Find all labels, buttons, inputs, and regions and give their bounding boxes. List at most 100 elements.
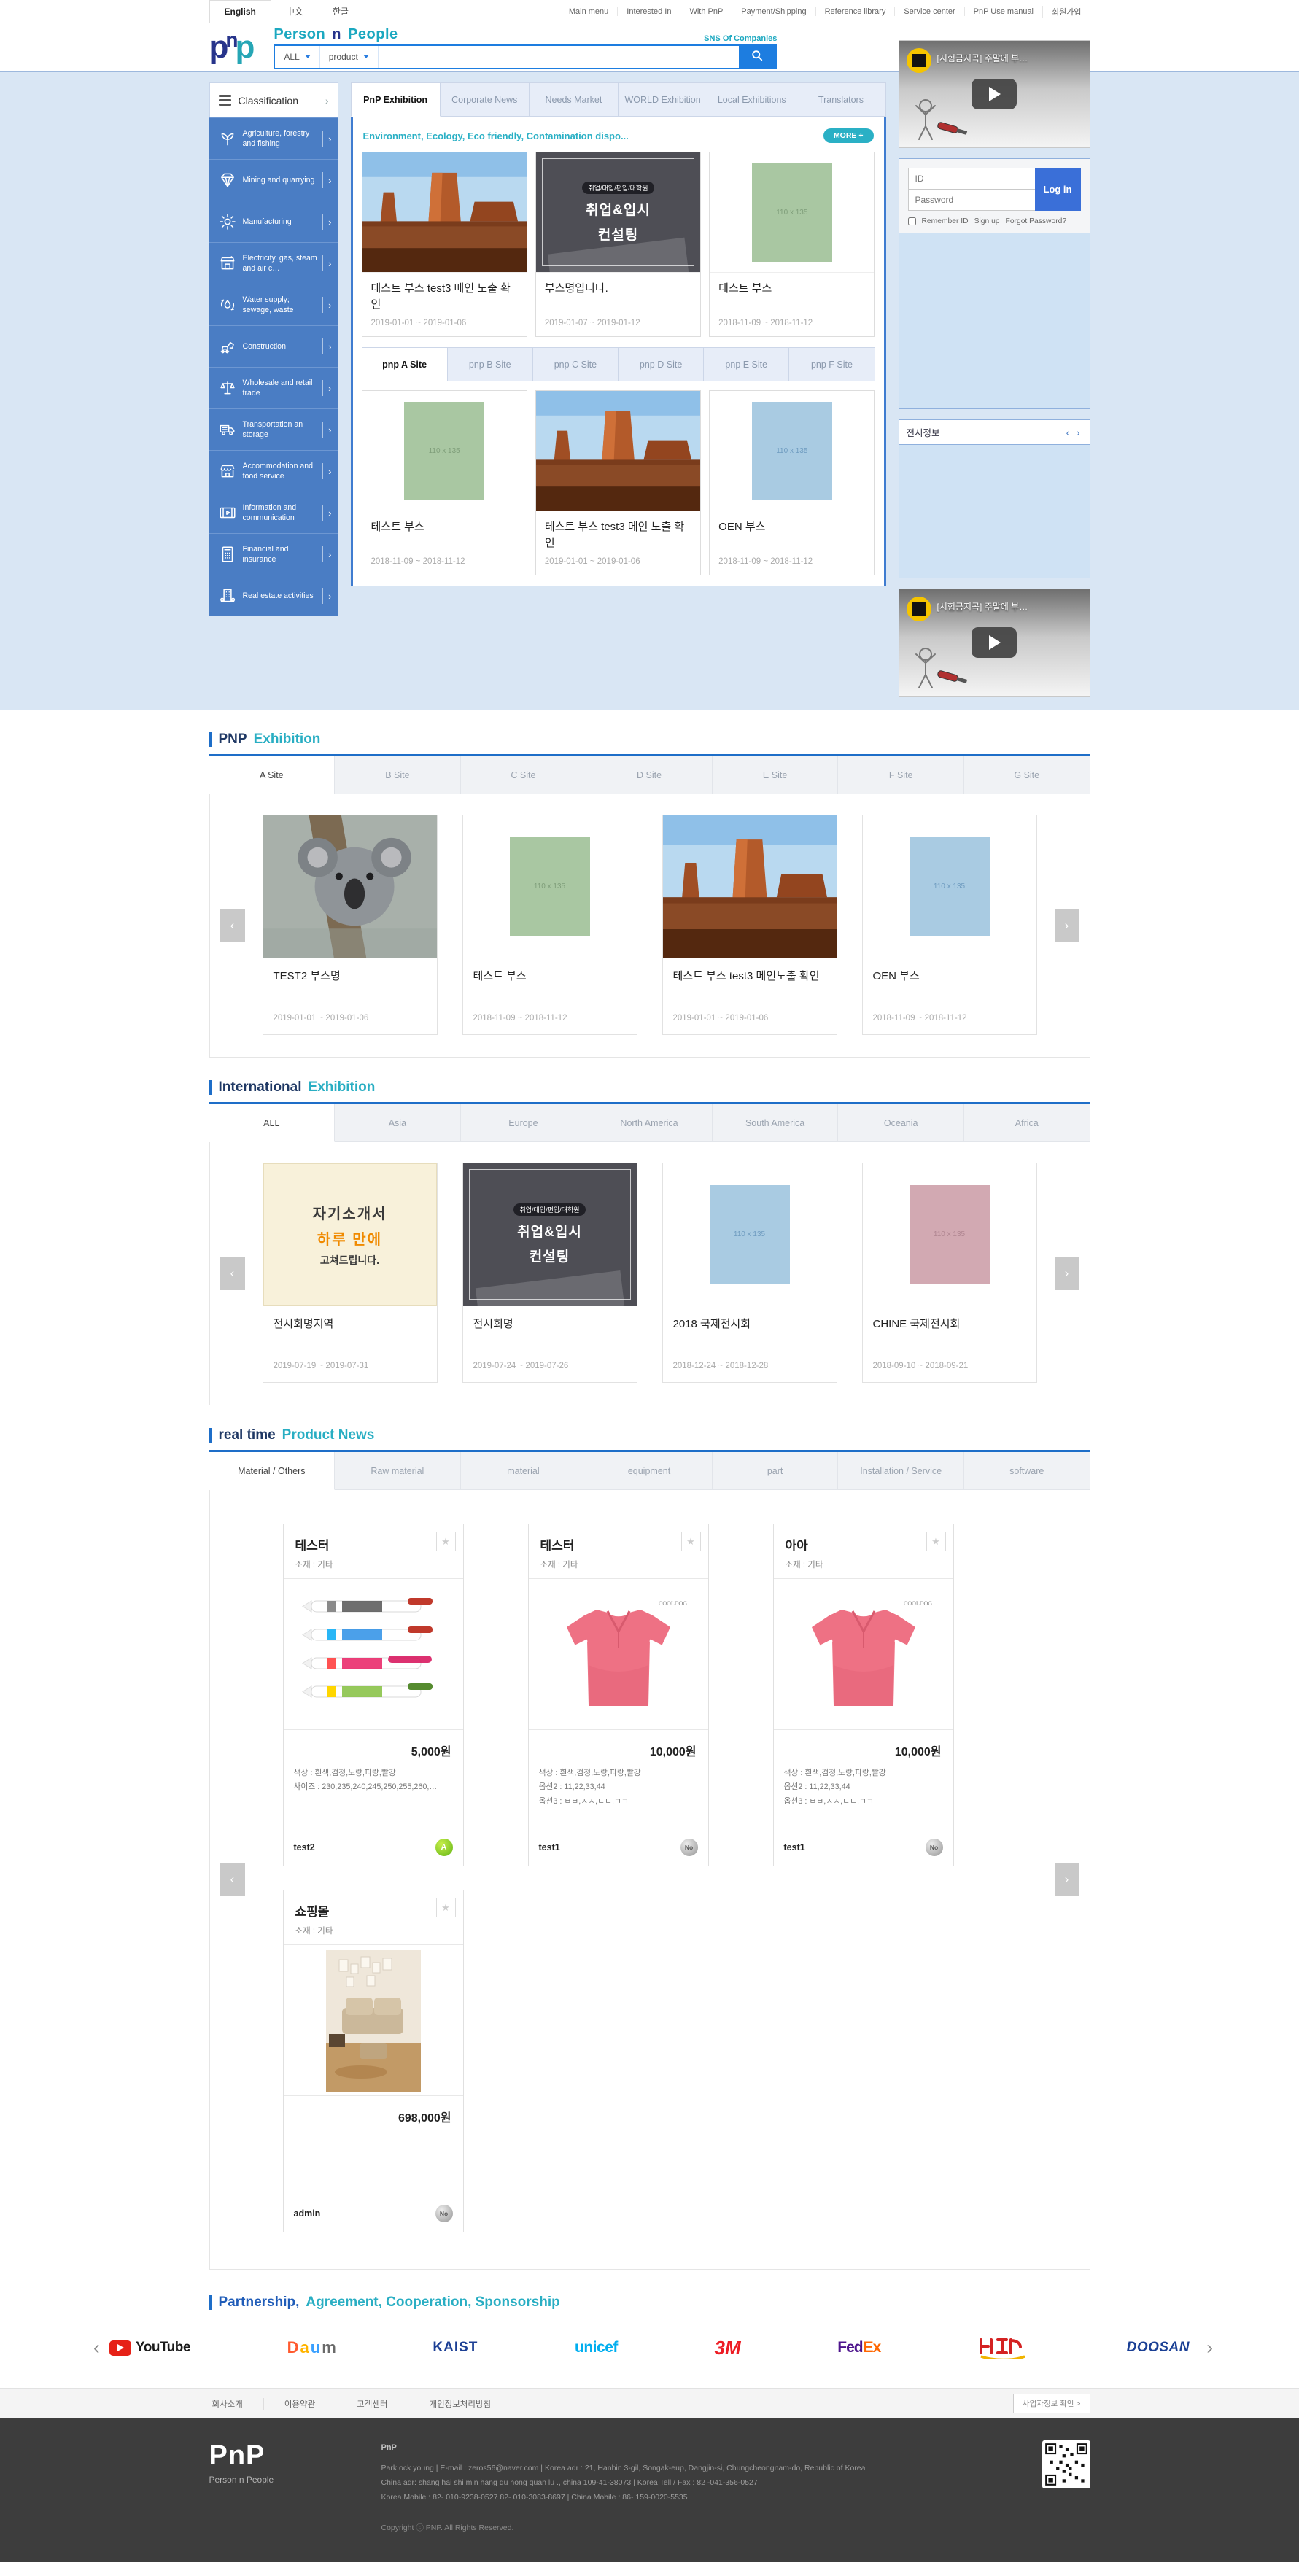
menu-main-menu[interactable]: Main menu <box>560 7 617 16</box>
id-field[interactable] <box>908 168 1036 190</box>
exhibition-card[interactable]: 자기소개서 하루 만에 고쳐드립니다. 전시회명지역 2019-07-19 ~ … <box>263 1163 438 1383</box>
tab-part[interactable]: part <box>713 1452 839 1490</box>
sidebar-item-water[interactable]: Water supply; sewage, waste › <box>209 284 338 325</box>
search-category-select[interactable]: ALL <box>275 46 319 68</box>
tab-translators[interactable]: Translators <box>796 82 885 117</box>
tab-pnp-d-site[interactable]: pnp D Site <box>619 347 704 381</box>
korean-brand-logo[interactable] <box>977 2336 1030 2359</box>
search-input[interactable] <box>379 46 740 68</box>
tab-europe[interactable]: Europe <box>461 1104 587 1142</box>
footer-link-terms[interactable]: 이용약관 <box>263 2398 336 2410</box>
business-info-button[interactable]: 사업자정보 확인 > <box>1013 2394 1090 2413</box>
remember-id-checkbox[interactable] <box>908 217 916 225</box>
exhibition-card[interactable]: 취업/대입/편입/대학원 취업&입시 컨설팅 부스명입니다. 2019-01-0… <box>535 152 701 337</box>
menu-payment-shipping[interactable]: Payment/Shipping <box>732 7 815 16</box>
password-field[interactable] <box>908 189 1036 211</box>
prev-arrow-icon[interactable]: ‹ <box>1064 427 1072 438</box>
login-button[interactable]: Log in <box>1035 168 1081 211</box>
more-button[interactable]: MORE + <box>823 128 874 143</box>
play-button-icon[interactable] <box>972 627 1017 658</box>
tab-pnp-exhibition[interactable]: PnP Exhibition <box>351 82 441 117</box>
tab-c-site[interactable]: C Site <box>461 756 587 794</box>
footer-link-customer-center[interactable]: 고객센터 <box>336 2398 408 2410</box>
sidebar-item-information[interactable]: Information and communication › <box>209 492 338 533</box>
sidebar-item-electricity[interactable]: Electricity, gas, steam and air c… › <box>209 242 338 284</box>
carousel-prev-button[interactable]: ‹ <box>220 1257 245 1290</box>
lang-chinese[interactable]: 中文 <box>271 0 318 23</box>
kaist-logo[interactable]: KAIST <box>433 2340 478 2356</box>
forgot-password-link[interactable]: Forgot Password? <box>1006 217 1067 225</box>
video-banner-top[interactable]: [시험금지곡] 주말에 부… <box>899 40 1090 148</box>
product-seller[interactable]: test2 <box>294 1842 315 1853</box>
footer-link-company[interactable]: 회사소개 <box>209 2398 263 2410</box>
menu-service-center[interactable]: Service center <box>894 7 963 16</box>
tab-raw-material[interactable]: Raw material <box>335 1452 461 1490</box>
menu-use-manual[interactable]: PnP Use manual <box>964 7 1042 16</box>
sns-of-companies-label[interactable]: SNS Of Companies <box>704 34 777 43</box>
tab-pnp-c-site[interactable]: pnp C Site <box>533 347 619 381</box>
tab-oceania[interactable]: Oceania <box>838 1104 964 1142</box>
tab-g-site[interactable]: G Site <box>964 756 1090 794</box>
fedex-logo[interactable]: Fed Ex <box>837 2339 880 2356</box>
exhibition-card[interactable]: 테스트 부스 test3 메인 노출 확인 2019-01-01 ~ 2019-… <box>535 390 701 575</box>
sidebar-item-construction[interactable]: Construction › <box>209 325 338 367</box>
product-card[interactable]: 쇼핑몰 소재 : 기타 ★ 698,000원 admin No <box>283 1890 464 2232</box>
tab-local-exhibitions[interactable]: Local Exhibitions <box>707 82 796 117</box>
menu-interested-in[interactable]: Interested In <box>617 7 680 16</box>
sidebar-item-financial[interactable]: Financial and insurance › <box>209 533 338 575</box>
tab-pnp-f-site[interactable]: pnp F Site <box>789 347 875 381</box>
exhibition-card[interactable]: 취업/대입/편입/대학원 취업&입시 컨설팅 전시회명 2019-07-24 ~… <box>462 1163 637 1383</box>
search-type-select[interactable]: product <box>320 46 379 68</box>
exhibition-card[interactable]: 110 x 135 테스트 부스 2018-11-09 ~ 2018-11-12 <box>362 390 527 575</box>
tab-a-site[interactable]: A Site <box>209 756 336 794</box>
sidebar-item-accommodation[interactable]: Accommodation and food service › <box>209 450 338 492</box>
exhibition-card[interactable]: 110 x 135 OEN 부스 2018-11-09 ~ 2018-11-12 <box>709 390 875 575</box>
favorite-star-icon[interactable]: ★ <box>436 1898 456 1917</box>
exhibition-card[interactable]: 110 x 135 OEN 부스 2018-11-09 ~ 2018-11-12 <box>862 815 1037 1035</box>
search-button[interactable] <box>739 46 775 68</box>
tab-f-site[interactable]: F Site <box>838 756 964 794</box>
sidebar-item-real-estate[interactable]: Real estate activities › <box>209 575 338 616</box>
menu-reference-library[interactable]: Reference library <box>815 7 895 16</box>
carousel-prev-button[interactable]: ‹ <box>93 2337 100 2359</box>
product-seller[interactable]: test1 <box>539 1842 560 1853</box>
exhibition-card[interactable]: 테스트 부스 test3 메인 노출 확인 2019-01-01 ~ 2019-… <box>362 152 527 337</box>
tab-d-site[interactable]: D Site <box>586 756 713 794</box>
product-card[interactable]: 테스터 소재 : 기타 ★ COOLDOG 10,000원 색상 : 흰색,검정… <box>528 1524 709 1866</box>
tab-installation-service[interactable]: Installation / Service <box>838 1452 964 1490</box>
pnp-logo[interactable]: p n p <box>209 31 255 63</box>
carousel-next-button[interactable]: › <box>1055 1863 1079 1896</box>
doosan-logo[interactable]: DOOSAN <box>1127 2340 1190 2356</box>
tab-b-site[interactable]: B Site <box>335 756 461 794</box>
favorite-star-icon[interactable]: ★ <box>436 1532 456 1551</box>
sidebar-item-transportation[interactable]: Transportation an storage › <box>209 408 338 450</box>
tab-software[interactable]: software <box>964 1452 1090 1490</box>
tab-south-america[interactable]: South America <box>713 1104 839 1142</box>
exhibition-card[interactable]: TEST2 부스명 2019-01-01 ~ 2019-01-06 <box>263 815 438 1035</box>
footer-link-privacy[interactable]: 개인정보처리방침 <box>408 2398 511 2410</box>
exhibition-card[interactable]: 110 x 135 CHINE 국제전시회 2018-09-10 ~ 2018-… <box>862 1163 1037 1383</box>
tab-pnp-b-site[interactable]: pnp B Site <box>448 347 533 381</box>
carousel-next-button[interactable]: › <box>1055 909 1079 942</box>
next-arrow-icon[interactable]: › <box>1074 427 1082 438</box>
menu-signup[interactable]: 회원가입 <box>1042 6 1090 18</box>
lang-korean[interactable]: 한글 <box>318 0 363 23</box>
3m-logo[interactable]: 3M <box>715 2337 741 2359</box>
tab-material-others[interactable]: Material / Others <box>209 1452 336 1490</box>
carousel-prev-button[interactable]: ‹ <box>220 909 245 942</box>
product-seller[interactable]: admin <box>294 2208 321 2219</box>
tab-world-exhibition[interactable]: WORLD Exhibition <box>619 82 707 117</box>
tab-pnp-a-site[interactable]: pnp A Site <box>362 347 448 381</box>
exhibition-card[interactable]: 110 x 135 테스트 부스 2018-11-09 ~ 2018-11-12 <box>462 815 637 1035</box>
tab-material[interactable]: material <box>461 1452 587 1490</box>
exhibition-card[interactable]: 테스트 부스 test3 메인노출 확인 2019-01-01 ~ 2019-0… <box>662 815 837 1035</box>
product-card[interactable]: 아아 소재 : 기타 ★ COOLDOG 10,000원 색상 : 흰색,검정,… <box>773 1524 954 1866</box>
tab-north-america[interactable]: North America <box>586 1104 713 1142</box>
play-button-icon[interactable] <box>972 79 1017 109</box>
youtube-logo[interactable]: YouTube <box>109 2340 190 2356</box>
video-banner-bottom[interactable]: [시험금지곡] 주말에 부… <box>899 589 1090 697</box>
sidebar-item-wholesale[interactable]: Wholesale and retail trade › <box>209 367 338 408</box>
sidebar-item-manufacturing[interactable]: Manufacturing › <box>209 201 338 242</box>
tab-equipment[interactable]: equipment <box>586 1452 713 1490</box>
carousel-prev-button[interactable]: ‹ <box>220 1863 245 1896</box>
